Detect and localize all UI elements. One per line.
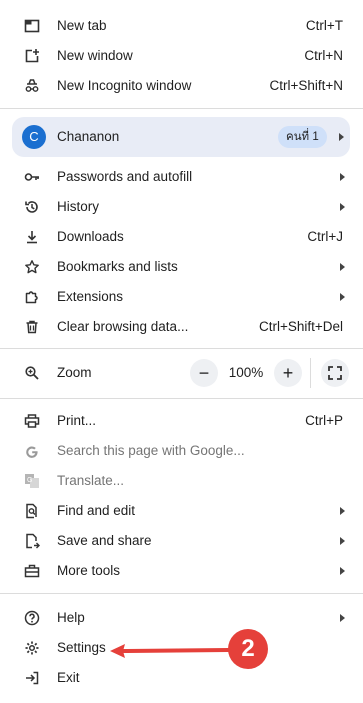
chevron-right-icon [340, 537, 345, 545]
zoom-value: 100% [228, 365, 264, 380]
chevron-right-icon [340, 507, 345, 515]
menu-item-downloads[interactable]: Downloads Ctrl+J [0, 222, 363, 252]
divider [0, 108, 363, 109]
menu-item-find-edit[interactable]: Find and edit [0, 496, 363, 526]
menu-item-bookmarks[interactable]: Bookmarks and lists [0, 252, 363, 282]
help-label: Help [57, 610, 85, 625]
chevron-right-icon [340, 173, 345, 181]
zoom-icon [24, 365, 40, 381]
fullscreen-button[interactable] [321, 359, 349, 387]
incognito-icon [24, 78, 40, 94]
extensions-label: Extensions [57, 289, 124, 304]
menu-item-new-incognito[interactable]: New Incognito window Ctrl+Shift+N [0, 71, 363, 101]
find-page-icon [24, 503, 40, 519]
gear-icon [24, 640, 40, 656]
new-window-icon [24, 48, 40, 64]
fullscreen-icon [328, 366, 342, 380]
menu-item-help[interactable]: Help [0, 603, 363, 633]
menu-item-passwords[interactable]: Passwords and autofill [0, 162, 363, 192]
translate-label: Translate... [57, 473, 125, 488]
menu-item-new-window[interactable]: New window Ctrl+N [0, 41, 363, 71]
menu-item-clear-data[interactable]: Clear browsing data... Ctrl+Shift+Del [0, 312, 363, 342]
profile-name: Chananon [57, 129, 120, 144]
menu-item-save-share[interactable]: Save and share [0, 526, 363, 556]
bookmarks-label: Bookmarks and lists [57, 259, 178, 274]
find-edit-label: Find and edit [57, 503, 136, 518]
menu-item-history[interactable]: History [0, 192, 363, 222]
profile-row[interactable]: C Chananon คนที่ 1 [12, 117, 350, 157]
zoom-in-button[interactable]: + [274, 359, 302, 387]
more-tools-label: More tools [57, 563, 121, 578]
save-share-label: Save and share [57, 533, 152, 548]
passwords-label: Passwords and autofill [57, 169, 193, 184]
chevron-right-icon [340, 567, 345, 575]
puzzle-icon [24, 289, 40, 305]
key-icon [24, 169, 40, 185]
search-page-label: Search this page with Google... [57, 443, 245, 458]
menu-item-translate[interactable]: G Translate... [0, 466, 363, 496]
new-tab-icon [24, 18, 40, 34]
zoom-out-button[interactable]: − [190, 359, 218, 387]
print-label: Print... [57, 413, 97, 428]
divider [0, 593, 363, 594]
chevron-right-icon [340, 614, 345, 622]
menu-item-new-tab[interactable]: New tab Ctrl+T [0, 11, 363, 41]
menu-item-more-tools[interactable]: More tools [0, 556, 363, 586]
menu-item-extensions[interactable]: Extensions [0, 282, 363, 312]
annotation-arrow [110, 644, 230, 658]
settings-label: Settings [57, 640, 106, 655]
history-icon [24, 199, 40, 215]
zoom-row: Zoom − 100% + [0, 356, 363, 390]
toolbox-icon [24, 563, 40, 579]
help-icon [24, 610, 40, 626]
chevron-right-icon [340, 263, 345, 271]
download-icon [24, 229, 40, 245]
new-tab-label: New tab [57, 18, 107, 33]
step-number-badge: 2 [228, 629, 268, 669]
downloads-shortcut: Ctrl+J [307, 229, 343, 244]
print-shortcut: Ctrl+P [305, 413, 343, 428]
new-window-label: New window [57, 48, 133, 63]
menu-item-exit[interactable]: Exit [0, 663, 363, 693]
downloads-label: Downloads [57, 229, 124, 244]
divider [0, 398, 363, 399]
trash-icon [24, 319, 40, 335]
avatar: C [22, 125, 46, 149]
divider [0, 348, 363, 349]
printer-icon [24, 413, 40, 429]
svg-text:G: G [27, 477, 32, 484]
divider [310, 358, 311, 388]
menu-item-print[interactable]: Print... Ctrl+P [0, 406, 363, 436]
star-icon [24, 259, 40, 275]
exit-label: Exit [57, 670, 80, 685]
chevron-right-icon [339, 133, 344, 141]
new-window-shortcut: Ctrl+N [304, 48, 343, 63]
save-share-icon [24, 533, 40, 549]
exit-icon [24, 670, 40, 686]
zoom-label: Zoom [57, 365, 92, 380]
profile-badge: คนที่ 1 [278, 126, 327, 148]
clear-data-shortcut: Ctrl+Shift+Del [258, 319, 343, 334]
google-icon [24, 443, 40, 459]
new-incognito-label: New Incognito window [57, 78, 192, 93]
translate-icon: G [24, 473, 40, 489]
menu-item-search-page[interactable]: Search this page with Google... [0, 436, 363, 466]
chevron-right-icon [340, 293, 345, 301]
new-incognito-shortcut: Ctrl+Shift+N [269, 78, 343, 93]
new-tab-shortcut: Ctrl+T [305, 18, 343, 33]
chevron-right-icon [340, 203, 345, 211]
clear-data-label: Clear browsing data... [57, 319, 189, 334]
history-label: History [57, 199, 100, 214]
